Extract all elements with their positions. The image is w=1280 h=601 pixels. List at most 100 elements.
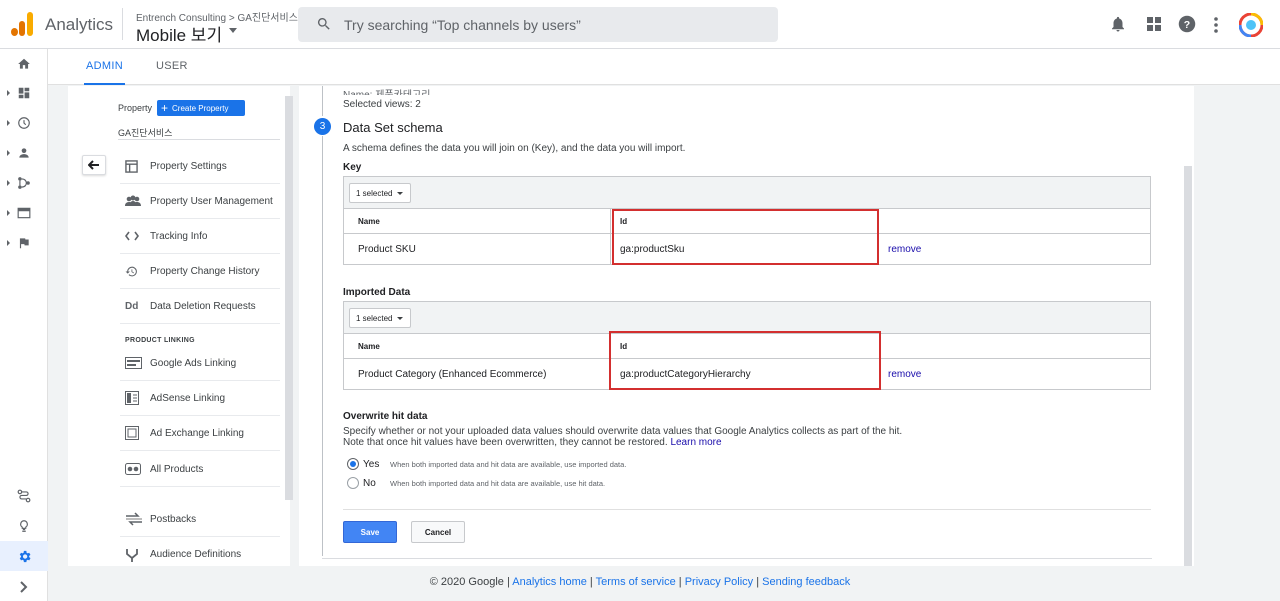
acquisition-nav[interactable]: [0, 168, 48, 198]
realtime-nav[interactable]: [0, 108, 48, 138]
imported-name-cell: Product Category (Enhanced Ecommerce): [358, 368, 547, 380]
divider: [118, 139, 280, 140]
step-title: Data Set schema: [343, 120, 443, 135]
tab-admin[interactable]: ADMIN: [84, 49, 125, 85]
tab-user[interactable]: USER: [156, 49, 188, 85]
chevron-down-icon[interactable]: [229, 28, 237, 33]
footer-link-privacy[interactable]: Privacy Policy: [685, 576, 753, 588]
left-nav-rail: [0, 49, 48, 601]
behavior-nav[interactable]: [0, 198, 48, 228]
menu-label: AdSense Linking: [150, 392, 226, 404]
radio-no-help: When both imported data and hit data are…: [390, 478, 606, 488]
create-property-button[interactable]: + Create Property: [157, 100, 245, 116]
menu-item-data-deletion-requests[interactable]: Dd Data Deletion Requests: [120, 289, 280, 324]
save-button[interactable]: Save: [343, 521, 397, 543]
admin-nav[interactable]: [0, 541, 48, 571]
remove-key-link[interactable]: remove: [888, 244, 921, 255]
more-vert-icon[interactable]: [1212, 16, 1220, 34]
chevron-down-icon: [397, 316, 404, 320]
column-header-name: Name: [358, 216, 380, 226]
menu-item-google-ads-linking[interactable]: Google Ads Linking: [120, 346, 280, 381]
radio-no[interactable]: [347, 477, 359, 489]
view-selector[interactable]: Mobile 보기: [136, 21, 222, 46]
footer-link-analytics-home[interactable]: Analytics home: [512, 576, 587, 588]
search-input[interactable]: [344, 7, 764, 42]
overwrite-no-option[interactable]: No When both imported data and hit data …: [347, 477, 605, 489]
discover-nav[interactable]: [0, 511, 48, 541]
help-icon[interactable]: ?: [1178, 15, 1196, 33]
highlight-box: [612, 209, 879, 265]
search-box[interactable]: [298, 7, 778, 42]
apps-grid-icon[interactable]: [1146, 16, 1162, 32]
menu-label: Google Ads Linking: [150, 357, 237, 369]
key-label: Key: [343, 162, 362, 173]
clock-icon: [18, 117, 30, 129]
property-selector[interactable]: GA진단서비스: [118, 126, 172, 139]
menu-label: Postbacks: [150, 513, 197, 525]
create-property-label: Create Property: [172, 103, 229, 113]
menu-item-audience-definitions[interactable]: Audience Definitions: [120, 537, 280, 572]
arrow-back-icon: [88, 160, 99, 170]
avatar[interactable]: [1239, 13, 1263, 37]
overwrite-desc-line1: Specify whether or not your uploaded dat…: [343, 426, 903, 437]
menu-item-adsense-linking[interactable]: AdSense Linking: [120, 381, 280, 416]
overwrite-description: Specify whether or not your uploaded dat…: [343, 426, 943, 448]
menu-label: All Products: [150, 463, 204, 475]
customization-nav[interactable]: [0, 78, 48, 108]
key-select-dropdown[interactable]: 1 selected: [349, 183, 411, 203]
all-products-icon: [120, 463, 150, 475]
previous-step-views: Selected views: 2: [343, 99, 421, 110]
adsense-icon: [120, 391, 150, 405]
app-title[interactable]: Analytics: [45, 15, 113, 35]
overwrite-yes-option[interactable]: Yes When both imported data and hit data…: [347, 458, 626, 470]
menu-label: Property Settings: [150, 160, 227, 172]
back-button[interactable]: [82, 155, 106, 175]
radio-yes-help: When both imported data and hit data are…: [390, 459, 627, 469]
property-column-scrollbar[interactable]: [285, 96, 293, 500]
overwrite-desc-line2: Note that once hit values have been over…: [343, 437, 668, 448]
menu-item-property-change-history[interactable]: Property Change History: [120, 254, 280, 289]
learn-more-link[interactable]: Learn more: [670, 437, 721, 448]
analytics-logo-icon[interactable]: [10, 12, 34, 36]
home-nav[interactable]: [0, 49, 48, 79]
footer-link-terms[interactable]: Terms of service: [596, 576, 676, 588]
imported-table-toolbar: 1 selected: [344, 302, 1150, 334]
lightbulb-icon: [20, 520, 28, 532]
radio-yes[interactable]: [347, 458, 359, 470]
code-icon: [120, 231, 150, 241]
menu-item-tracking-info[interactable]: Tracking Info: [120, 219, 280, 254]
imported-data-label: Imported Data: [343, 287, 411, 298]
property-label: Property: [118, 103, 153, 113]
step-connector: [322, 86, 323, 116]
menu-label: Property User Management: [150, 195, 273, 207]
step-description: A schema defines the data you will join …: [343, 143, 686, 154]
flag-icon: [19, 238, 29, 249]
menu-item-all-products[interactable]: All Products: [120, 452, 280, 487]
conversions-nav[interactable]: [0, 228, 48, 258]
menu-label: Property Change History: [150, 265, 260, 277]
attribution-nav[interactable]: [0, 481, 48, 511]
menu-item-property-settings[interactable]: Property Settings: [120, 149, 280, 184]
remove-imported-link[interactable]: remove: [888, 369, 921, 380]
svg-text:?: ?: [1184, 19, 1190, 31]
overwrite-title: Overwrite hit data: [343, 411, 428, 422]
home-icon: [18, 58, 30, 69]
cancel-button[interactable]: Cancel: [411, 521, 465, 543]
menu-label: Data Deletion Requests: [150, 300, 256, 312]
menu-label: Tracking Info: [150, 230, 208, 242]
footer-link-feedback[interactable]: Sending feedback: [762, 576, 850, 588]
product-linking-header: PRODUCT LINKING: [125, 337, 195, 344]
menu-item-postbacks[interactable]: Postbacks: [120, 502, 280, 537]
form-scrollbar[interactable]: [1184, 166, 1192, 566]
menu-label: Audience Definitions: [150, 549, 242, 560]
people-icon: [120, 195, 150, 207]
notifications-icon[interactable]: [1109, 14, 1127, 34]
top-bar: Analytics Entrench Consulting > GA진단서비스 …: [0, 0, 1280, 49]
search-icon: [317, 18, 330, 30]
imported-select-dropdown[interactable]: 1 selected: [349, 308, 411, 328]
audience-nav[interactable]: [0, 138, 48, 168]
menu-item-ad-exchange-linking[interactable]: Ad Exchange Linking: [120, 416, 280, 451]
menu-item-property-user-management[interactable]: Property User Management: [120, 184, 280, 219]
divider: [343, 509, 1151, 510]
key-table-toolbar: 1 selected: [344, 177, 1150, 209]
